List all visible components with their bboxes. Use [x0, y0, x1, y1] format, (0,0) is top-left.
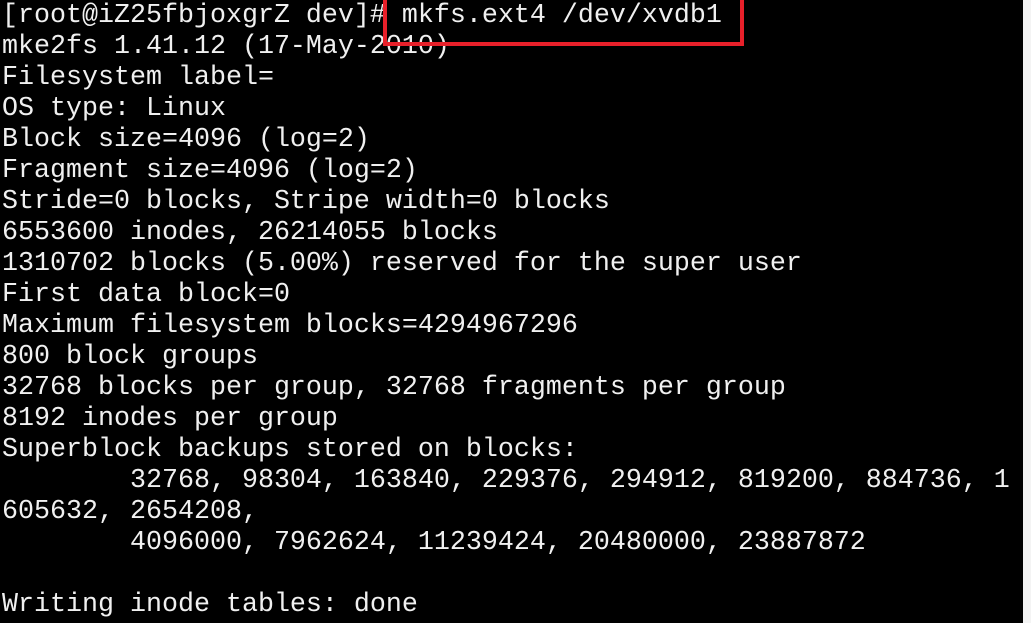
shell-prompt: [root@iZ25fbjoxgrZ dev]# [2, 1, 402, 31]
output-line: Maximum filesystem blocks=4294967296 [2, 311, 578, 341]
output-line: 32768, 98304, 163840, 229376, 294912, 81… [2, 466, 1010, 496]
output-line: 6553600 inodes, 26214055 blocks [2, 218, 498, 248]
command-highlight-box [383, 0, 744, 46]
output-line: First data block=0 [2, 280, 290, 310]
window-edge [1023, 0, 1031, 623]
output-line: Superblock backups stored on blocks: [2, 435, 578, 465]
output-line: Fragment size=4096 (log=2) [2, 156, 418, 186]
output-line: 800 block groups [2, 342, 258, 372]
output-line: OS type: Linux [2, 94, 226, 124]
output-line: 1310702 blocks (5.00%) reserved for the … [2, 249, 802, 279]
output-line: Writing inode tables: done [2, 590, 418, 620]
output-line: Block size=4096 (log=2) [2, 125, 370, 155]
output-line: 605632, 2654208, [2, 497, 258, 527]
output-line: 8192 inodes per group [2, 404, 338, 434]
output-line: 4096000, 7962624, 11239424, 20480000, 23… [2, 528, 866, 558]
output-line: 32768 blocks per group, 32768 fragments … [2, 373, 786, 403]
terminal-output[interactable]: [root@iZ25fbjoxgrZ dev]# mkfs.ext4 /dev/… [2, 1, 1023, 623]
output-line: Stride=0 blocks, Stripe width=0 blocks [2, 187, 610, 217]
output-line: Filesystem label= [2, 63, 274, 93]
